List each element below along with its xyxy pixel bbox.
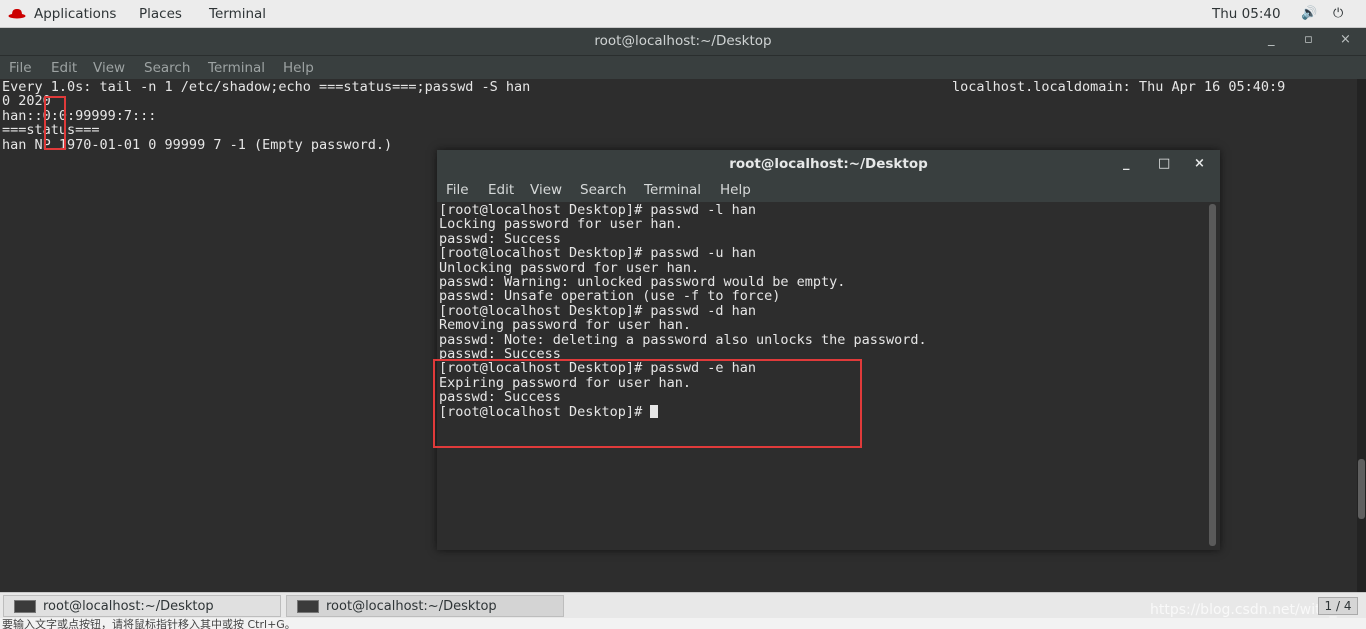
terminal-icon [297, 600, 319, 613]
inner-maximize-button[interactable]: □ [1158, 156, 1170, 171]
terminal-app-menu[interactable]: Terminal [209, 6, 266, 22]
outer-menu-view[interactable]: View [93, 60, 125, 76]
outer-menu-help[interactable]: Help [283, 60, 314, 76]
watch-header-right: localhost.localdomain: Thu Apr 16 05:40:… [952, 79, 1286, 95]
outer-window-title: root@localhost:~/Desktop [594, 33, 772, 49]
outer-minimize-button[interactable]: _ [1268, 32, 1275, 47]
inner-menu-edit[interactable]: Edit [488, 182, 514, 198]
outer-scrollbar[interactable] [1357, 79, 1366, 592]
inner-minimize-button[interactable]: _ [1123, 156, 1130, 171]
power-icon[interactable]: ⏻ [1333, 6, 1343, 21]
terminal-line: passwd: Note: deleting a password also u… [439, 331, 927, 348]
watch-header-left: Every 1.0s: tail -n 1 /etc/shadow;echo =… [2, 79, 531, 95]
outer-menu-bar: File Edit View Search Terminal Help [0, 55, 1366, 80]
applications-menu[interactable]: Applications [34, 6, 116, 22]
terminal-line: [root@localhost Desktop]# passwd -l han [439, 202, 756, 218]
inner-close-button[interactable]: × [1194, 156, 1205, 171]
highlight-box-password-field [44, 96, 66, 150]
taskbar-item-label: root@localhost:~/Desktop [326, 599, 497, 614]
inner-menu-terminal[interactable]: Terminal [644, 182, 701, 198]
top-bar: Applications Places Terminal Thu 05:40 🔊… [0, 0, 1366, 28]
clock[interactable]: Thu 05:40 [1212, 6, 1281, 22]
terminal-line: [root@localhost Desktop]# passwd -d han [439, 302, 756, 319]
volume-icon[interactable]: 🔊 [1301, 6, 1317, 21]
outer-menu-terminal[interactable]: Terminal [208, 60, 265, 76]
taskbar-item-terminal-1[interactable]: root@localhost:~/Desktop [3, 595, 281, 617]
terminal-line: Unlocking password for user han. [439, 259, 700, 276]
terminal-line: [root@localhost Desktop]# passwd -u han [439, 245, 756, 262]
taskbar-item-label: root@localhost:~/Desktop [43, 599, 214, 614]
outer-menu-edit[interactable]: Edit [51, 60, 77, 76]
terminal-line: passwd: Success [439, 230, 561, 247]
taskbar: root@localhost:~/Desktop root@localhost:… [0, 592, 1366, 618]
terminal-line: Removing password for user han. [439, 317, 691, 334]
outer-maximize-button[interactable]: ▫ [1304, 32, 1313, 47]
terminal-line: Locking password for user han. [439, 216, 683, 233]
inner-menu-search[interactable]: Search [580, 182, 626, 198]
inner-menu-file[interactable]: File [446, 182, 469, 198]
outer-title-bar[interactable]: root@localhost:~/Desktop _ ▫ × [0, 28, 1366, 55]
highlight-box-expire-command [433, 359, 862, 448]
terminal-icon [14, 600, 36, 613]
terminal-line: passwd: Warning: unlocked password would… [439, 274, 846, 290]
redhat-logo-icon [8, 9, 26, 19]
outer-scrollbar-thumb[interactable] [1358, 459, 1365, 519]
inner-window-title: root@localhost:~/Desktop [729, 156, 928, 172]
outer-menu-search[interactable]: Search [144, 60, 190, 76]
inner-terminal-window: root@localhost:~/Desktop _ □ × File Edit… [437, 150, 1220, 550]
inner-scrollbar[interactable] [1209, 204, 1216, 546]
inner-menu-view[interactable]: View [530, 182, 562, 198]
outer-close-button[interactable]: × [1340, 32, 1351, 47]
workspace-pager[interactable]: 1 / 4 [1318, 597, 1358, 615]
status-strip-text: 要输入文字或点按钮，请将鼠标指针移入其中或按 Ctrl+G。 [2, 618, 296, 629]
inner-menu-bar: File Edit View Search Terminal Help [437, 178, 1220, 202]
outer-menu-file[interactable]: File [9, 60, 32, 76]
terminal-line: han::0:0:99999:7::: [2, 107, 157, 124]
terminal-line: passwd: Unsafe operation (use -f to forc… [439, 288, 781, 305]
places-menu[interactable]: Places [139, 6, 182, 22]
inner-menu-help[interactable]: Help [720, 182, 751, 198]
status-strip: 要输入文字或点按钮，请将鼠标指针移入其中或按 Ctrl+G。 [0, 618, 1366, 629]
inner-title-bar[interactable]: root@localhost:~/Desktop _ □ × [437, 150, 1220, 178]
taskbar-item-terminal-2[interactable]: root@localhost:~/Desktop [286, 595, 564, 617]
